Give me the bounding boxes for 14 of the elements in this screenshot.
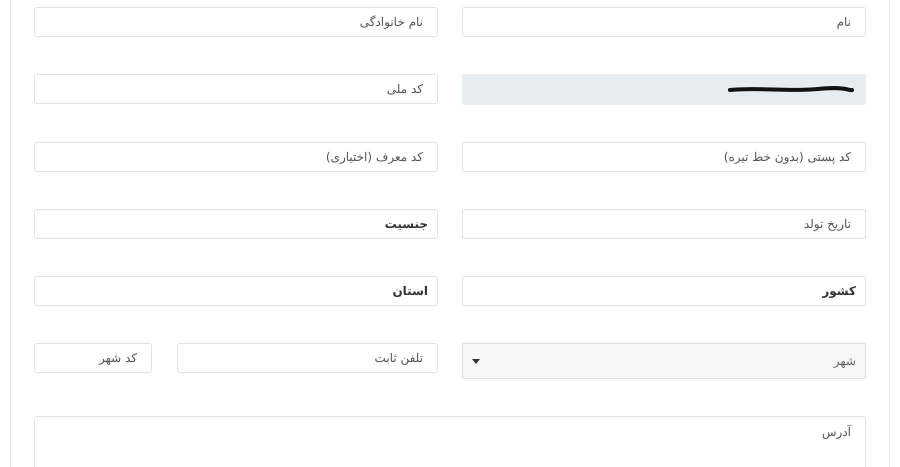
select-field[interactable]: استان bbox=[34, 276, 438, 306]
select-field[interactable]: جنسیت bbox=[34, 209, 438, 239]
input-field[interactable]: کد پستی (بدون خط تیره) bbox=[462, 142, 866, 172]
select-field[interactable]: کشور bbox=[462, 276, 866, 306]
input-field[interactable]: تاریخ تولد bbox=[462, 209, 866, 239]
address-field[interactable]: آدرس bbox=[34, 416, 866, 467]
input-field[interactable]: کد شهر bbox=[34, 343, 152, 373]
input-field[interactable]: تلفن ثابت bbox=[177, 343, 438, 373]
input-field[interactable]: نام خانوادگی bbox=[34, 7, 438, 37]
city-dropdown[interactable]: شهر bbox=[462, 343, 866, 379]
caret-icon bbox=[472, 358, 480, 364]
input-field[interactable]: نام bbox=[462, 7, 866, 37]
input-field[interactable]: کد ملی bbox=[34, 74, 438, 104]
input-field[interactable]: کد معرف (اختیاری) bbox=[34, 142, 438, 172]
